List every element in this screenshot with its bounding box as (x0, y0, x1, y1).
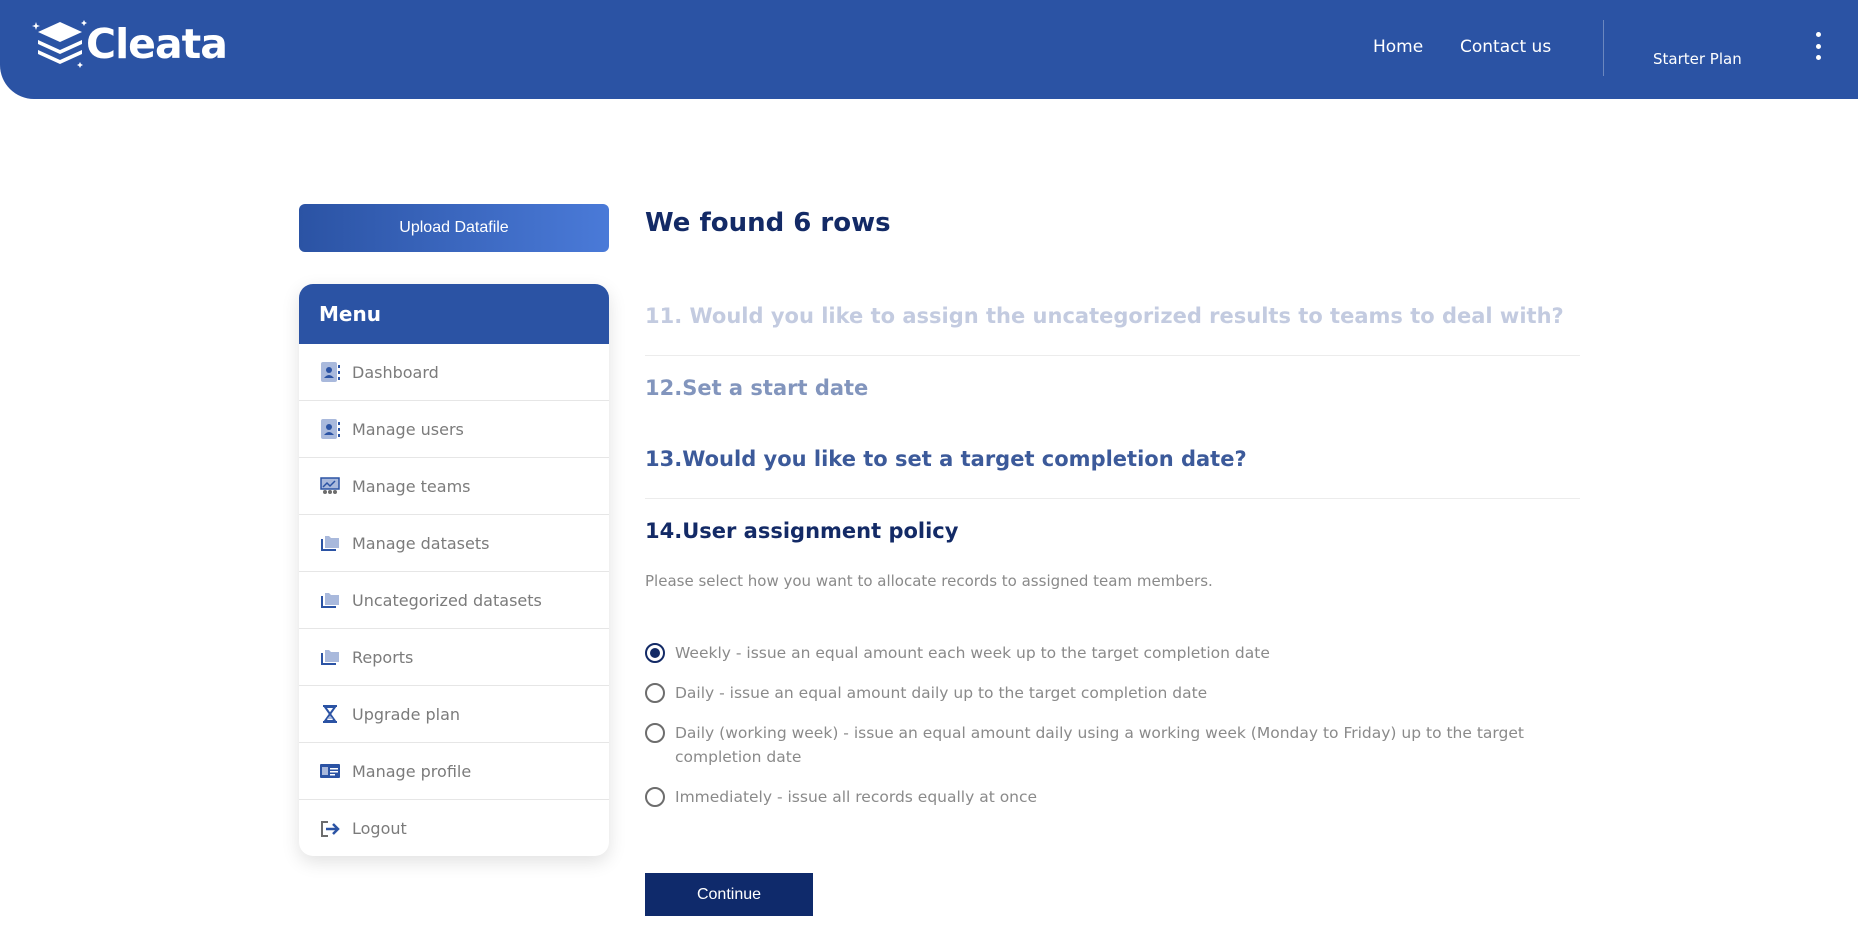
step-number: 13. (645, 447, 683, 471)
sidebar-item-upgrade-plan[interactable]: Upgrade plan (299, 686, 609, 743)
hourglass-icon (319, 703, 341, 725)
sidebar-menu: Menu Dashboard Manage users Manage teams… (299, 284, 609, 856)
top-header: Cleata Home Contact us Starter Plan (0, 0, 1858, 99)
radio-button[interactable] (645, 787, 665, 807)
plan-label: Starter Plan (1653, 50, 1742, 68)
sidebar-item-uncategorized-datasets[interactable]: Uncategorized datasets (299, 572, 609, 629)
brand-logo[interactable]: Cleata (30, 16, 228, 72)
policy-option-immediately[interactable]: Immediately - issue all records equally … (645, 787, 1037, 809)
policy-description: Please select how you want to allocate r… (645, 572, 1213, 590)
sidebar-item-label: Manage teams (352, 476, 471, 496)
stacked-layers-icon (32, 20, 87, 68)
radio-button[interactable] (645, 683, 665, 703)
sidebar-item-label: Reports (352, 647, 414, 667)
step-number: 14. (645, 519, 683, 543)
folders-icon (319, 532, 341, 554)
policy-option-daily[interactable]: Daily - issue an equal amount daily up t… (645, 683, 1207, 705)
id-card-icon (319, 760, 341, 782)
step-number: 12. (645, 376, 683, 400)
header-divider (1603, 20, 1604, 76)
policy-option-daily-working-week[interactable]: Daily (working week) - issue an equal am… (645, 723, 1575, 769)
brand-name: Cleata (86, 20, 228, 68)
sidebar-item-label: Upgrade plan (352, 704, 461, 724)
divider (645, 355, 1580, 356)
folders-icon (319, 589, 341, 611)
step-13-heading[interactable]: 13.Would you like to set a target comple… (645, 447, 1247, 471)
step-14-heading: 14.User assignment policy (645, 519, 958, 543)
sidebar-item-manage-teams[interactable]: Manage teams (299, 458, 609, 515)
policy-option-weekly[interactable]: Weekly - issue an equal amount each week… (645, 643, 1270, 665)
sidebar-item-manage-profile[interactable]: Manage profile (299, 743, 609, 800)
radio-button-checked[interactable] (645, 643, 665, 663)
contact-book-icon (319, 418, 341, 440)
radio-button[interactable] (645, 723, 665, 743)
sidebar-item-manage-users[interactable]: Manage users (299, 401, 609, 458)
sidebar-item-label: Manage datasets (352, 533, 490, 553)
kebab-menu-icon[interactable] (1812, 32, 1824, 60)
sidebar-item-dashboard[interactable]: Dashboard (299, 344, 609, 401)
step-label: User assignment policy (682, 519, 959, 543)
sidebar-item-label: Manage profile (352, 761, 472, 781)
nav-home-link[interactable]: Home (1373, 37, 1423, 57)
step-label: Would you like to set a target completio… (682, 447, 1247, 471)
sidebar-item-label: Logout (352, 819, 407, 838)
step-label: Set a start date (682, 376, 869, 400)
divider (645, 498, 1580, 499)
contact-book-icon (319, 361, 341, 383)
sidebar-item-label: Dashboard (352, 362, 439, 382)
step-12-heading[interactable]: 12.Set a start date (645, 376, 868, 400)
upload-datafile-button[interactable]: Upload Datafile (299, 204, 609, 252)
page-title: We found 6 rows (645, 208, 891, 238)
option-label: Daily (working week) - issue an equal am… (675, 724, 1524, 766)
sidebar-item-manage-datasets[interactable]: Manage datasets (299, 515, 609, 572)
option-label: Daily - issue an equal amount daily up t… (675, 684, 1208, 702)
sidebar-item-label: Manage users (352, 419, 464, 439)
continue-button[interactable]: Continue (645, 873, 813, 916)
sidebar-item-logout[interactable]: Logout (299, 800, 609, 856)
sidebar-item-label: Uncategorized datasets (352, 590, 542, 610)
step-label: Would you like to assign the uncategoriz… (689, 304, 1564, 328)
step-number: 11. (645, 304, 683, 328)
logout-icon (319, 818, 341, 840)
sidebar-item-reports[interactable]: Reports (299, 629, 609, 686)
option-label: Immediately - issue all records equally … (675, 788, 1038, 806)
step-11-heading[interactable]: 11. Would you like to assign the uncateg… (645, 304, 1564, 328)
menu-title: Menu (299, 284, 609, 344)
nav-contact-link[interactable]: Contact us (1460, 37, 1551, 57)
team-board-icon (319, 475, 341, 497)
folders-icon (319, 646, 341, 668)
option-label: Weekly - issue an equal amount each week… (675, 644, 1270, 662)
